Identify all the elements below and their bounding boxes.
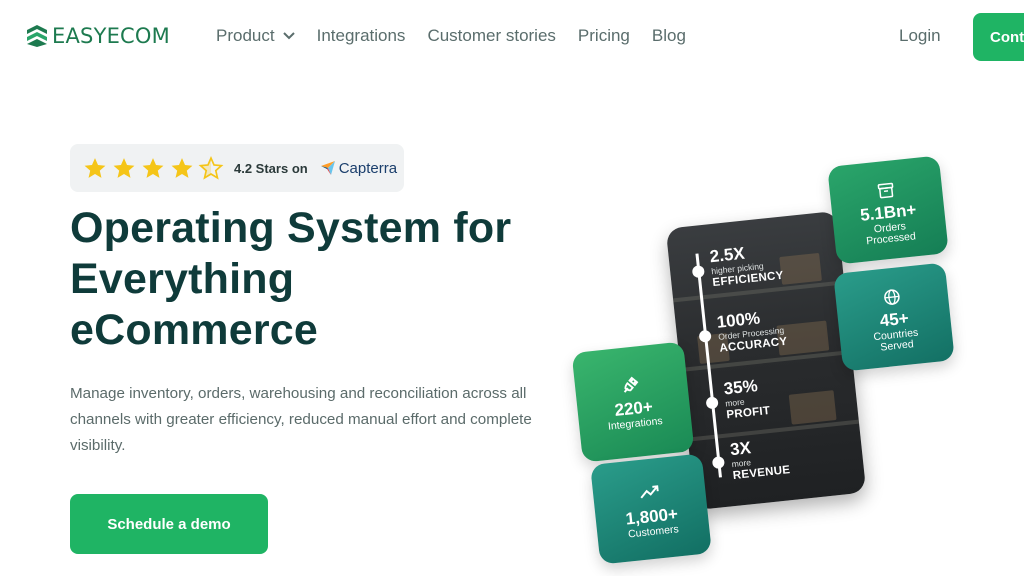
star-rating	[82, 155, 224, 181]
stat-accuracy: 100% Order Processing ACCURACY	[716, 307, 788, 356]
warehouse-box	[788, 390, 837, 425]
brand-name: EASYECOM	[52, 24, 170, 48]
star-icon	[171, 157, 193, 178]
nav-item-pricing[interactable]: Pricing	[578, 26, 630, 46]
hero-description: Manage inventory, orders, warehousing an…	[70, 385, 532, 454]
trending-up-icon	[640, 485, 659, 499]
nav-links: Product Integrations Customer stories Pr…	[216, 26, 708, 46]
nav-item-label: Product	[216, 26, 275, 45]
chevron-down-icon	[282, 32, 295, 40]
star-icon	[84, 157, 106, 178]
login-link[interactable]: Login	[899, 26, 941, 46]
top-nav: EASYECOM Product Integrations Customer s…	[0, 0, 1024, 74]
hero-title-line: Everything	[70, 255, 295, 303]
timeline-dot	[711, 455, 725, 470]
contact-button[interactable]: Contact	[973, 13, 1024, 61]
nav-item-product[interactable]: Product	[216, 26, 295, 46]
integrations-card: 220+ Integrations	[571, 341, 695, 463]
timeline-dot	[705, 396, 719, 410]
rating-text: 4.2 Stars on	[234, 160, 308, 176]
nav-item-blog[interactable]: Blog	[652, 26, 686, 46]
hero-title-line: Operating System for	[70, 204, 512, 252]
plug-icon	[623, 376, 639, 393]
hero-title-line: eCommerce	[70, 306, 318, 354]
brand-logo[interactable]: EASYECOM	[26, 24, 170, 48]
star-icon	[113, 157, 135, 178]
capterra-logo: Capterra	[320, 160, 397, 177]
warehouse-box	[779, 252, 822, 285]
rating-badge[interactable]: 4.2 Stars on Capterra	[70, 144, 404, 192]
stat-efficiency: 2.5X higher picking EFFICIENCY	[709, 241, 784, 290]
schedule-demo-button[interactable]: Schedule a demo	[70, 494, 268, 554]
countries-card: 45+ Countries Served	[833, 262, 955, 372]
capterra-arrow-icon	[320, 161, 335, 175]
stat-profit: 35% more PROFIT	[723, 376, 771, 422]
stat-revenue: 3X more REVENUE	[729, 435, 791, 483]
star-outline-icon	[198, 155, 224, 180]
orders-card: 5.1Bn+ Orders Processed	[827, 155, 949, 265]
customers-card: 1,800+ Customers	[590, 453, 712, 565]
logo-icon	[27, 25, 47, 47]
capterra-name: Capterra	[338, 159, 398, 177]
hero-title: Operating System for Everything eCommerc…	[70, 203, 570, 356]
nav-item-integrations[interactable]: Integrations	[317, 26, 406, 46]
archive-box-icon	[877, 182, 894, 199]
star-icon	[142, 157, 164, 178]
timeline-dot	[691, 264, 705, 279]
nav-item-customer-stories[interactable]: Customer stories	[427, 26, 555, 46]
globe-icon	[884, 289, 900, 305]
